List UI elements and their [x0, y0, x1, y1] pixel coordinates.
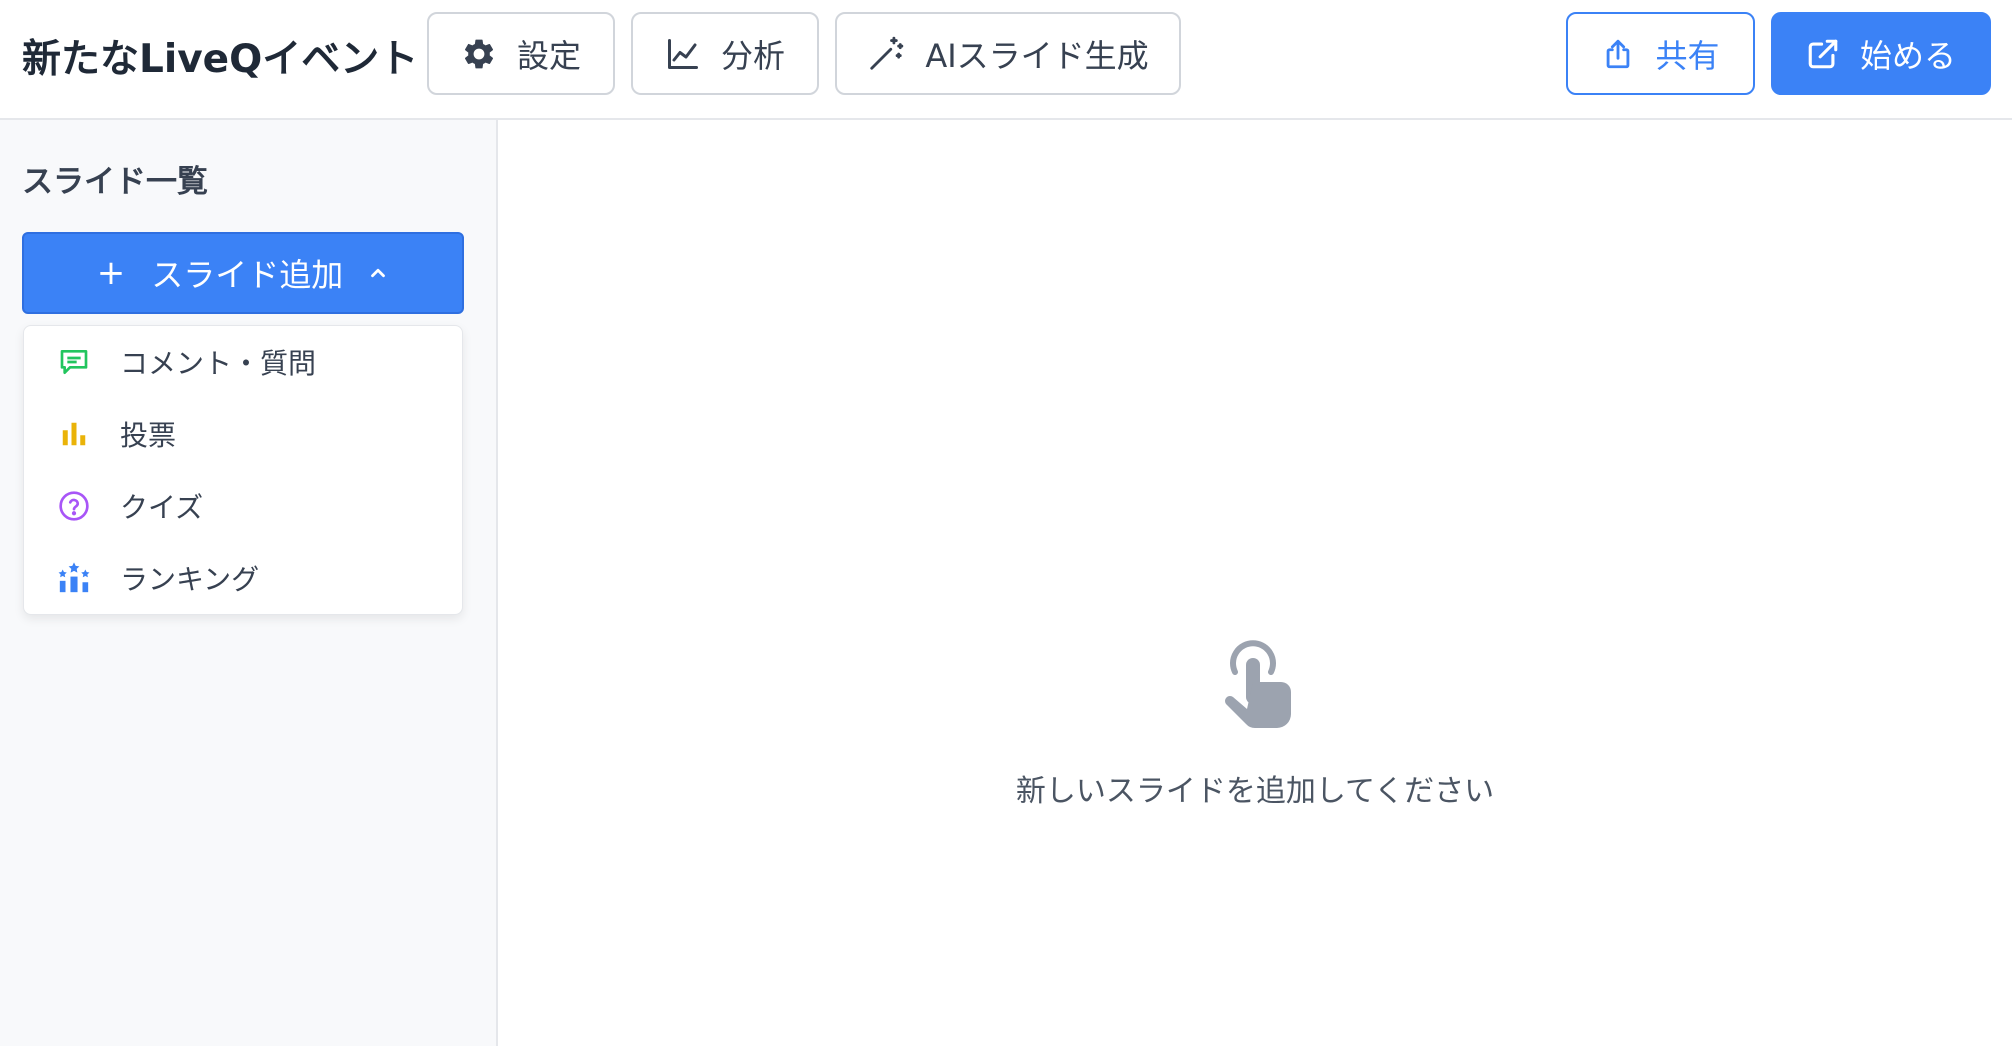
start-button[interactable]: 始める [1771, 12, 1991, 95]
ai-slide-generate-button[interactable]: AIスライド生成 [835, 12, 1181, 95]
ranking-icon [56, 560, 92, 596]
gear-icon [464, 39, 493, 68]
menu-item-label: クイズ [120, 491, 204, 524]
add-slide-dropdown-menu: コメント・質問 投票 クイズ ランキング [23, 325, 463, 615]
settings-button[interactable]: 設定 [427, 12, 615, 95]
menu-item-ranking[interactable]: ランキング [24, 542, 462, 614]
plus-icon: + [96, 253, 126, 293]
magic-wand-icon [870, 36, 904, 70]
sidebar-title: スライド一覧 [22, 164, 208, 200]
chevron-up-icon [371, 268, 386, 278]
menu-item-vote[interactable]: 投票 [24, 398, 462, 470]
add-slide-button[interactable]: + スライド追加 [22, 232, 464, 314]
analysis-button[interactable]: 分析 [631, 12, 819, 95]
start-label: 始める [1859, 36, 1956, 75]
line-chart-icon [667, 38, 698, 69]
menu-item-label: ランキング [120, 563, 260, 596]
share-icon [1607, 39, 1630, 68]
settings-label: 設定 [516, 36, 581, 75]
menu-item-quiz[interactable]: クイズ [24, 470, 462, 542]
slide-list-sidebar: スライド一覧 + スライド追加 コメント・質問 投票 クイズ ランキング [0, 120, 498, 1046]
bar-chart-icon [56, 416, 92, 452]
comment-icon [56, 344, 92, 380]
empty-state-message: 新しいスライドを追加してください [1015, 774, 1495, 809]
share-button[interactable]: 共有 [1566, 12, 1755, 95]
menu-item-label: コメント・質問 [120, 347, 317, 380]
slide-editor-area: 新しいスライドを追加してください [498, 120, 2012, 1046]
analysis-label: 分析 [720, 36, 785, 75]
add-slide-label: スライド追加 [151, 256, 344, 294]
external-link-icon [1808, 39, 1838, 68]
question-circle-icon [56, 488, 92, 524]
menu-item-comment[interactable]: コメント・質問 [24, 326, 462, 398]
share-label: 共有 [1655, 36, 1720, 75]
event-title: 新たなLiveQイベント [22, 37, 419, 82]
top-header: 新たなLiveQイベント 設定 分析 AIスライド生成 共有 始める [0, 0, 2012, 120]
menu-item-label: 投票 [120, 419, 177, 452]
ai-slide-generate-label: AIスライド生成 [925, 36, 1149, 75]
pointer-hand-icon [1225, 640, 1291, 729]
